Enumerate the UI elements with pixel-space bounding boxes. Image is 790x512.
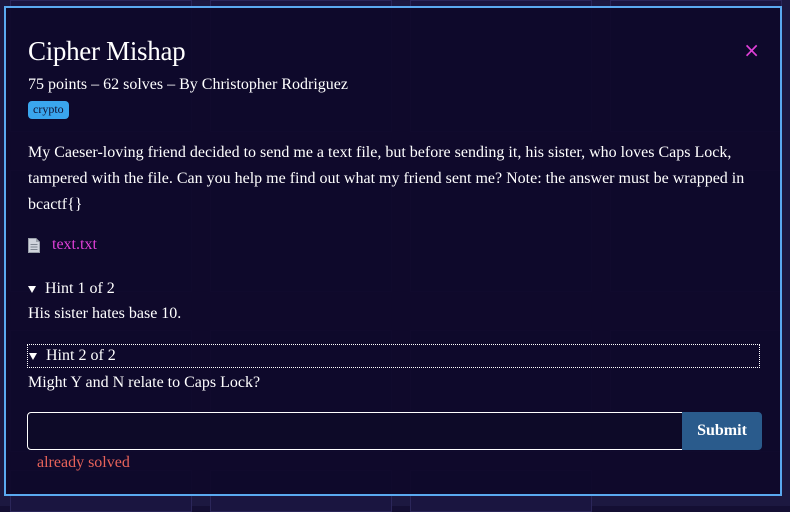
submit-button[interactable]: Submit bbox=[682, 412, 762, 450]
attachment-link[interactable]: text.txt bbox=[52, 236, 97, 254]
hint-1-label: Hint 1 of 2 bbox=[45, 280, 115, 297]
close-icon[interactable]: × bbox=[743, 40, 760, 60]
category-tag: crypto bbox=[28, 101, 69, 119]
challenge-modal: Cipher Mishap × 75 points – 62 solves – … bbox=[4, 6, 782, 496]
challenge-meta: 75 points – 62 solves – By Christopher R… bbox=[28, 76, 348, 93]
answer-input[interactable] bbox=[27, 412, 683, 450]
hint-2-text: Might Y and N relate to Caps Lock? bbox=[28, 374, 261, 391]
challenge-description: My Caeser-loving friend decided to send … bbox=[28, 144, 745, 213]
challenge-title: Cipher Mishap bbox=[28, 36, 186, 66]
hint-2-label: Hint 2 of 2 bbox=[46, 347, 116, 364]
hint-1-toggle[interactable]: Hint 1 of 2 bbox=[28, 280, 115, 298]
file-icon bbox=[28, 237, 40, 253]
status-message: already solved bbox=[37, 454, 130, 471]
hint-2-toggle[interactable]: Hint 2 of 2 bbox=[27, 344, 760, 368]
triangle-down-icon bbox=[29, 352, 37, 360]
attachment: text.txt bbox=[28, 236, 97, 254]
hint-1-text: His sister hates base 10. bbox=[28, 305, 182, 322]
triangle-down-icon bbox=[28, 285, 36, 293]
